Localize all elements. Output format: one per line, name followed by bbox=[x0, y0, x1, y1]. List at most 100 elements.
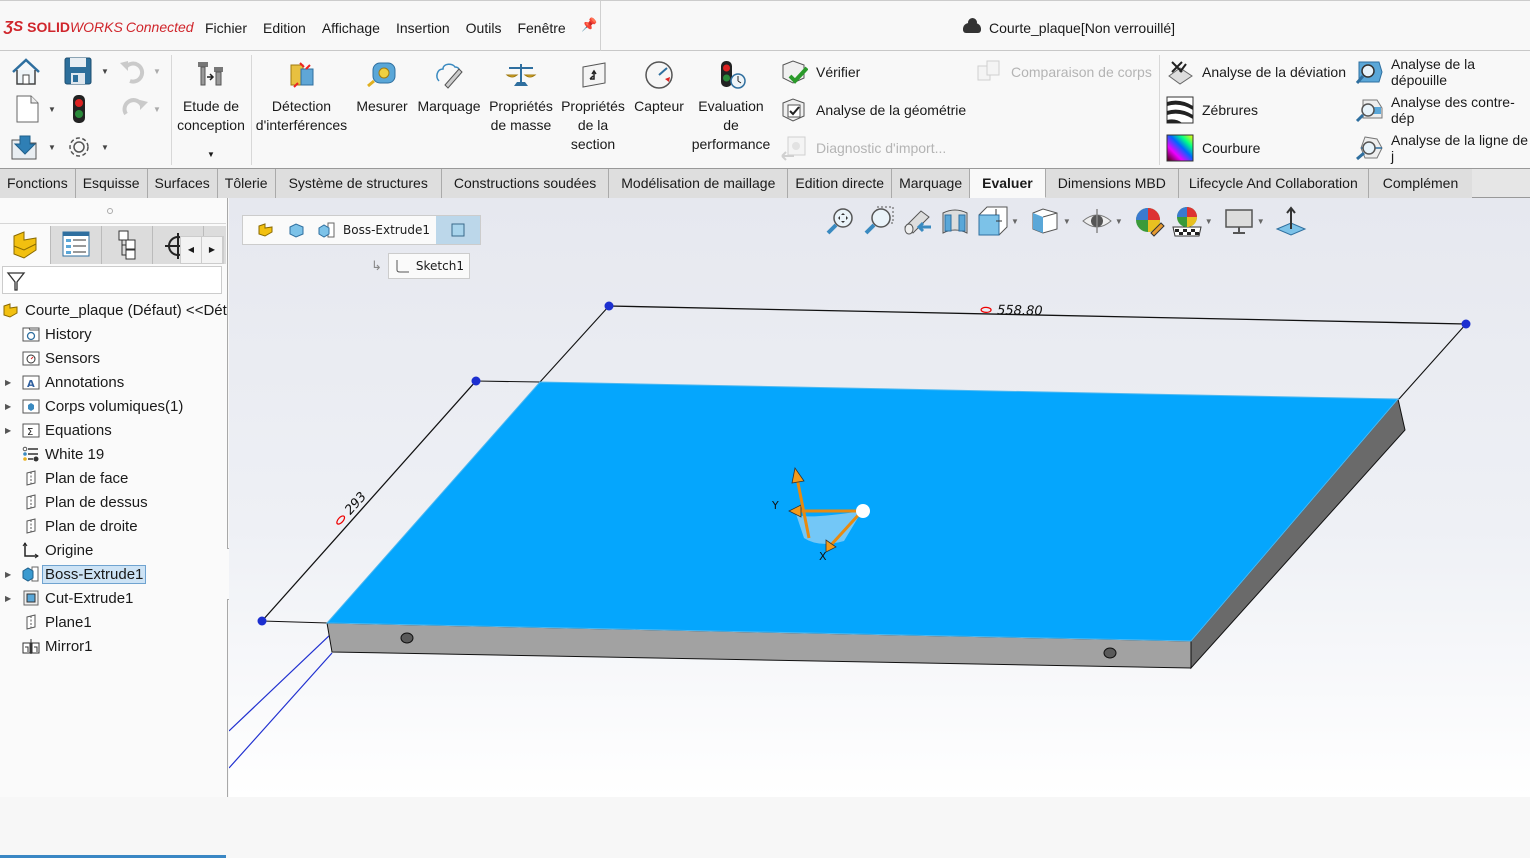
redo-dropdown[interactable]: ▼ bbox=[153, 105, 161, 114]
edit-appearance-icon[interactable] bbox=[1133, 205, 1165, 237]
app-logo[interactable]: ƷS SOLID WORKS Connected bbox=[4, 18, 194, 35]
dimension-handle[interactable] bbox=[257, 616, 267, 626]
new-dropdown[interactable]: ▼ bbox=[48, 105, 56, 114]
tree-item-cut-extrude1[interactable]: ▶ Cut-Extrude1 bbox=[0, 586, 226, 610]
menu-affichage[interactable]: Affichage bbox=[322, 20, 380, 36]
tab-constructions-soudees[interactable]: Constructions soudées bbox=[441, 169, 610, 198]
draft-analysis-button[interactable]: Analyse de la dépouille bbox=[1355, 56, 1530, 88]
view-settings-monitor-icon[interactable] bbox=[1223, 205, 1255, 237]
mass-properties-button[interactable]: Propriétés de masse bbox=[486, 59, 556, 135]
options-dropdown[interactable]: ▼ bbox=[101, 143, 109, 152]
tab-evaluer[interactable]: Evaluer bbox=[970, 169, 1046, 198]
design-study-dropdown[interactable]: ▼ bbox=[172, 145, 250, 164]
previous-view-icon[interactable] bbox=[901, 205, 933, 237]
tree-item-plan-de-dessus[interactable]: Plan de dessus bbox=[0, 490, 226, 514]
open-folder-icon[interactable] bbox=[10, 132, 42, 162]
geometry-analysis-button[interactable]: Analyse de la géométrie bbox=[780, 94, 966, 126]
tab-edition-directe[interactable]: Edition directe bbox=[788, 169, 893, 198]
apply-scene-icon[interactable] bbox=[1171, 205, 1203, 237]
scene-dropdown[interactable]: ▼ bbox=[1205, 217, 1213, 226]
tree-item-boss-extrude1[interactable]: ▶ Boss-Extrude1 bbox=[0, 562, 226, 586]
hide-show-items-icon[interactable] bbox=[1081, 205, 1113, 237]
tab-fonctions[interactable]: Fonctions bbox=[0, 169, 76, 198]
graphics-area[interactable]: 558.80 293 Y X Boss-Extrude1 ↳ Sketch1 ▼… bbox=[229, 198, 1530, 797]
tree-filter-input[interactable] bbox=[2, 266, 222, 294]
configurationmanager-tab[interactable] bbox=[102, 226, 153, 264]
tree-item-sensors[interactable]: Sensors bbox=[0, 346, 226, 370]
section-view-icon[interactable] bbox=[939, 205, 971, 237]
tree-item-equations[interactable]: ▶ Σ Equations bbox=[0, 418, 226, 442]
sensor-button[interactable]: Capteur bbox=[630, 59, 688, 116]
tree-item-mirror1[interactable]: Mirror1 bbox=[0, 634, 226, 658]
dimension-length[interactable]: 558.80 bbox=[980, 303, 1043, 319]
dynamic-annotation-view-icon[interactable] bbox=[977, 205, 1009, 237]
redo-icon[interactable] bbox=[118, 94, 150, 124]
tab-modelisation-maillage[interactable]: Modélisation de maillage bbox=[609, 169, 789, 198]
zoom-to-area-icon[interactable] bbox=[863, 205, 895, 237]
tab-systeme-structures[interactable]: Système de structures bbox=[275, 169, 442, 198]
save-icon[interactable] bbox=[63, 56, 95, 86]
tab-surfaces[interactable]: Surfaces bbox=[147, 169, 218, 198]
breadcrumb-feature[interactable]: Boss-Extrude1 bbox=[311, 216, 436, 244]
tree-item-origine[interactable]: Origine bbox=[0, 538, 226, 562]
options-gear-icon[interactable] bbox=[64, 132, 96, 162]
rebuild-traffic-light-icon[interactable] bbox=[64, 94, 96, 124]
scroll-right-button[interactable]: ▶ bbox=[202, 237, 223, 263]
view-orientation-dropdown[interactable]: ▼ bbox=[1011, 217, 1019, 226]
expand-arrow-icon[interactable]: ▶ bbox=[5, 378, 15, 387]
tree-item-history[interactable]: History bbox=[0, 322, 226, 346]
save-dropdown[interactable]: ▼ bbox=[101, 67, 109, 76]
breadcrumb-face[interactable] bbox=[435, 216, 480, 244]
measure-button[interactable]: Mesurer bbox=[352, 59, 412, 116]
panel-handle[interactable] bbox=[0, 198, 226, 224]
tab-esquisse[interactable]: Esquisse bbox=[75, 169, 148, 198]
design-study-button[interactable]: Etude de conception ▼ bbox=[172, 59, 250, 164]
parting-line-analysis-button[interactable]: Analyse de la ligne de j bbox=[1355, 132, 1530, 164]
new-document-icon[interactable] bbox=[12, 94, 44, 124]
pin-icon[interactable]: 📌 bbox=[581, 17, 597, 33]
dimension-handle[interactable] bbox=[1461, 319, 1471, 329]
deviation-analysis-button[interactable]: Analyse de la déviation bbox=[1166, 56, 1346, 88]
compare-bodies-button[interactable]: Comparaison de corps bbox=[975, 56, 1152, 88]
propertymanager-tab[interactable] bbox=[51, 226, 102, 264]
performance-evaluation-button[interactable]: Evaluation de performance bbox=[690, 59, 772, 154]
tree-item-plan-de-droite[interactable]: Plan de droite bbox=[0, 514, 226, 538]
menu-fichier[interactable]: Fichier bbox=[205, 20, 247, 36]
expand-arrow-icon[interactable]: ▶ bbox=[5, 426, 15, 435]
tab-marquage[interactable]: Marquage bbox=[892, 169, 971, 198]
menu-fenetre[interactable]: Fenêtre bbox=[517, 20, 565, 36]
expand-arrow-icon[interactable]: ▶ bbox=[5, 594, 15, 603]
menu-outils[interactable]: Outils bbox=[466, 20, 502, 36]
markup-button[interactable]: Marquage bbox=[414, 59, 484, 116]
dimension-handle[interactable] bbox=[471, 376, 481, 386]
menu-insertion[interactable]: Insertion bbox=[396, 20, 450, 36]
curvature-button[interactable]: Courbure bbox=[1166, 132, 1260, 164]
tab-tolerie[interactable]: Tôlerie bbox=[217, 169, 276, 198]
featuremanager-tab[interactable] bbox=[0, 226, 51, 264]
breadcrumb-sketch-item[interactable]: Sketch1 bbox=[387, 253, 470, 279]
menu-edition[interactable]: Edition bbox=[263, 20, 306, 36]
tree-item-plan-de-face[interactable]: Plan de face bbox=[0, 466, 226, 490]
undo-icon[interactable] bbox=[118, 57, 150, 87]
tab-dimensions-mbd[interactable]: Dimensions MBD bbox=[1045, 169, 1179, 198]
breadcrumb-body[interactable] bbox=[281, 216, 311, 244]
tree-item-annotations[interactable]: ▶ A Annotations bbox=[0, 370, 226, 394]
tree-item-plane1[interactable]: Plane1 bbox=[0, 610, 226, 634]
view-orientation-icon[interactable] bbox=[1029, 205, 1061, 237]
interference-detection-button[interactable]: Détection d'interférences bbox=[254, 59, 349, 135]
view-settings-dropdown[interactable]: ▼ bbox=[1257, 217, 1265, 226]
display-style-dropdown[interactable]: ▼ bbox=[1063, 217, 1071, 226]
tree-root-part[interactable]: Courte_plaque (Défaut) <<Dét bbox=[0, 298, 227, 322]
undercut-analysis-button[interactable]: Analyse des contre-dép bbox=[1355, 94, 1530, 126]
import-diagnostics-button[interactable]: Diagnostic d'import... bbox=[780, 132, 946, 164]
dimension-handle[interactable] bbox=[604, 301, 614, 311]
section-properties-button[interactable]: Propriétés de la section bbox=[558, 59, 628, 154]
zebra-stripes-button[interactable]: Zébrures bbox=[1166, 94, 1258, 126]
undo-dropdown[interactable]: ▼ bbox=[153, 67, 161, 76]
verify-button[interactable]: Vérifier bbox=[780, 56, 860, 88]
tab-lifecycle-collaboration[interactable]: Lifecycle And Collaboration bbox=[1178, 169, 1369, 198]
hide-show-dropdown[interactable]: ▼ bbox=[1115, 217, 1123, 226]
tab-complements[interactable]: Complémen bbox=[1368, 169, 1473, 198]
home-icon[interactable] bbox=[10, 57, 42, 87]
zoom-to-fit-icon[interactable] bbox=[825, 205, 857, 237]
